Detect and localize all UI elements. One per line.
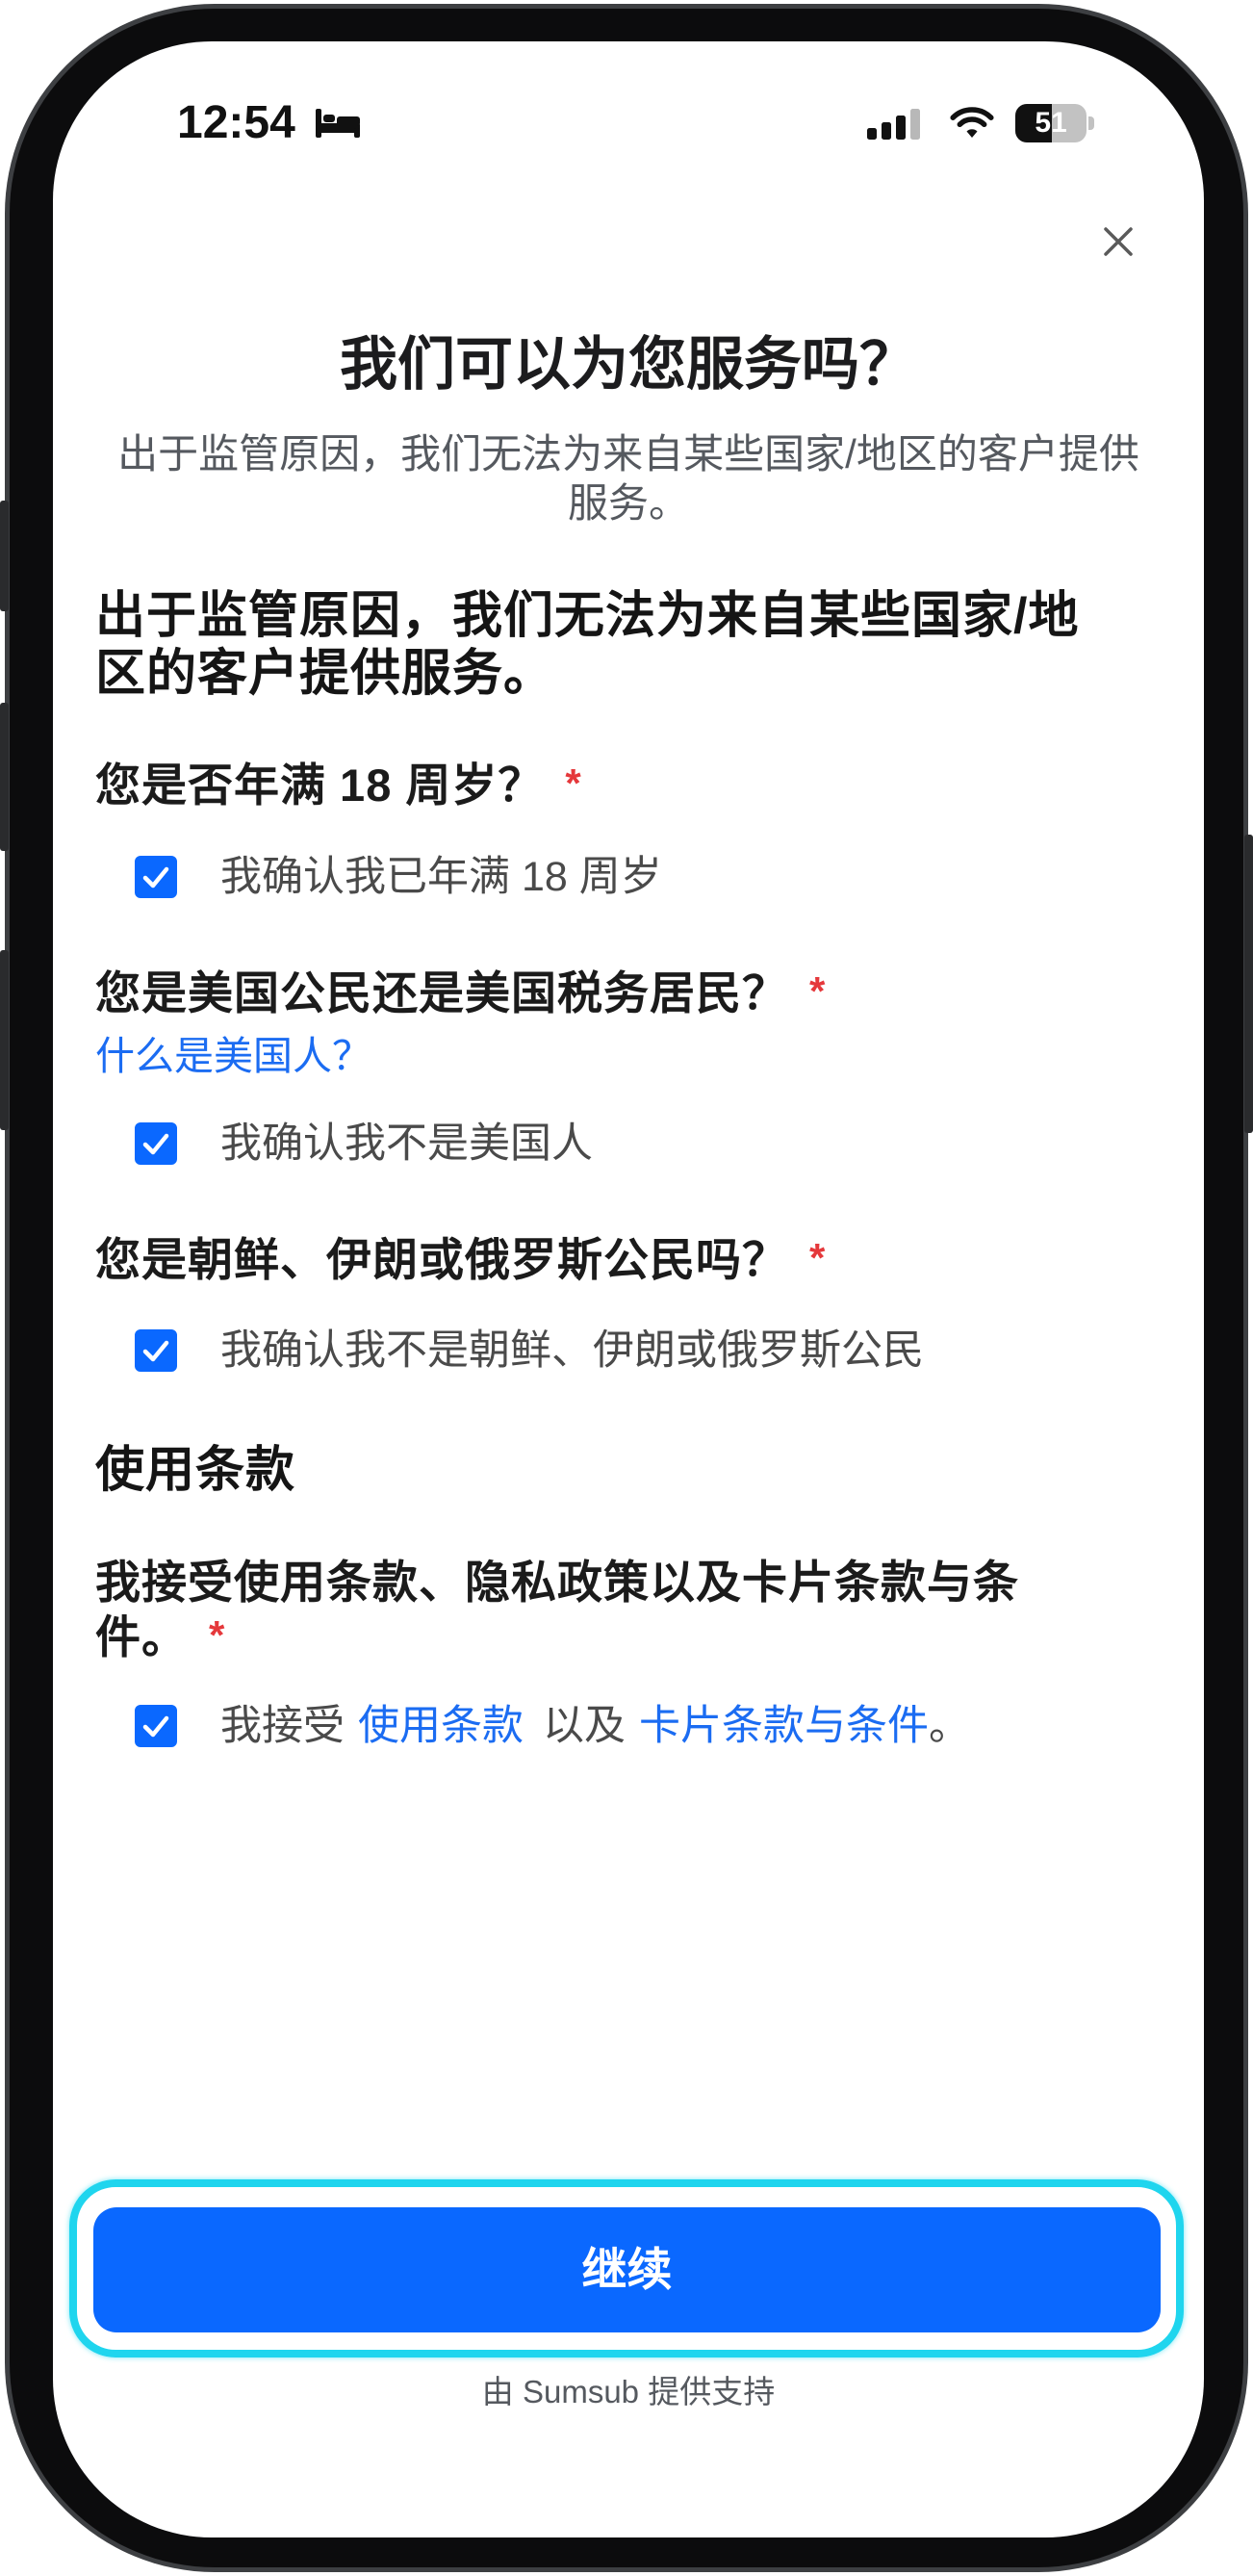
question-age: 您是否年满 18 周岁？ * — [95, 757, 1154, 816]
action-button — [0, 501, 9, 611]
signal-bar — [910, 109, 920, 140]
question-age-label: 您是否年满 18 周岁？ — [95, 760, 545, 811]
volume-up-button — [0, 703, 9, 851]
question-us-person-label: 您是美国公民还是美国税务居民？ — [95, 967, 788, 1018]
side-power-button — [1244, 835, 1253, 1133]
required-mark: * — [209, 1612, 226, 1658]
signal-bar — [896, 116, 906, 140]
accept-terms-middle: 以及 — [543, 1703, 626, 1749]
accept-terms-prefix: 我接受 — [220, 1703, 345, 1749]
accept-terms-suffix: 。 — [929, 1703, 970, 1749]
signal-bar — [882, 122, 891, 140]
checkmark-icon — [142, 1715, 169, 1738]
battery-icon: 51 — [1015, 104, 1087, 142]
close-icon — [1104, 227, 1133, 256]
checkbox-row-sanctioned-citizenship[interactable]: 我确认我不是朝鲜、伊朗或俄罗斯公民 — [135, 1327, 924, 1374]
not-us-person-label: 我确认我不是美国人 — [220, 1121, 593, 1167]
wifi-icon — [949, 105, 995, 140]
age-confirm-label: 我确认我已年满 18 周岁 — [220, 854, 662, 900]
terms-question: 我接受使用条款、隐私政策以及卡片条款与条件。 * — [95, 1555, 1043, 1666]
page-subtitle: 出于监管原因，我们无法为来自某些国家/地区的客户提供服务。 — [117, 431, 1139, 526]
status-time: 12:54 — [177, 97, 295, 148]
volume-down-button — [0, 950, 9, 1130]
powered-by-footer: 由 Sumsub 提供支持 — [481, 2374, 776, 2409]
checkmark-icon — [142, 1340, 169, 1362]
bed-icon — [316, 109, 360, 138]
question-sanctioned-citizenship-label: 您是朝鲜、伊朗或俄罗斯公民吗？ — [95, 1234, 788, 1285]
accept-terms-checkbox[interactable] — [135, 1705, 177, 1747]
card-terms-link[interactable]: 卡片条款与条件 — [639, 1703, 929, 1749]
section-heading: 出于监管原因，我们无法为来自某些国家/地区的客户提供服务。 — [95, 588, 1080, 702]
page-title: 我们可以为您服务吗？ — [340, 332, 917, 397]
battery-percentage: 51 — [1035, 107, 1067, 139]
signal-bar — [867, 128, 877, 140]
cellular-signal-icon — [867, 109, 921, 140]
close-button[interactable] — [1099, 222, 1138, 261]
phone-screen: 12:54 51 我们可以为您服务吗？ 出于监管原因，我们无法为来自某些国家/地… — [53, 41, 1204, 2537]
required-mark: * — [809, 968, 827, 1014]
not-sanctioned-citizen-checkbox[interactable] — [135, 1329, 177, 1372]
checkbox-row-age[interactable]: 我确认我已年满 18 周岁 — [135, 854, 662, 900]
continue-button[interactable]: 继续 — [93, 2207, 1161, 2332]
checkbox-row-us-person[interactable]: 我确认我不是美国人 — [135, 1121, 593, 1167]
question-us-person: 您是美国公民还是美国税务居民？ * — [95, 965, 1154, 1024]
age-confirm-checkbox[interactable] — [135, 856, 177, 898]
required-mark: * — [809, 1235, 827, 1280]
accept-terms-label: 我接受 使用条款 以及 卡片条款与条件。 — [220, 1701, 970, 1751]
checkmark-icon — [142, 1133, 169, 1155]
battery-cap — [1088, 116, 1094, 130]
not-sanctioned-citizen-label: 我确认我不是朝鲜、伊朗或俄罗斯公民 — [220, 1327, 924, 1374]
what-is-us-person-link[interactable]: 什么是美国人？ — [95, 1029, 371, 1083]
not-us-person-checkbox[interactable] — [135, 1122, 177, 1165]
checkmark-icon — [142, 866, 169, 889]
question-sanctioned-citizenship: 您是朝鲜、伊朗或俄罗斯公民吗？ * — [95, 1231, 1154, 1291]
terms-of-use-link[interactable]: 使用条款 — [358, 1703, 524, 1749]
checkbox-row-terms[interactable]: 我接受 使用条款 以及 卡片条款与条件。 — [135, 1703, 970, 1749]
required-mark: * — [565, 760, 582, 806]
terms-question-label: 我接受使用条款、隐私政策以及卡片条款与条件。 — [95, 1557, 1019, 1662]
terms-heading: 使用条款 — [95, 1442, 296, 1497]
